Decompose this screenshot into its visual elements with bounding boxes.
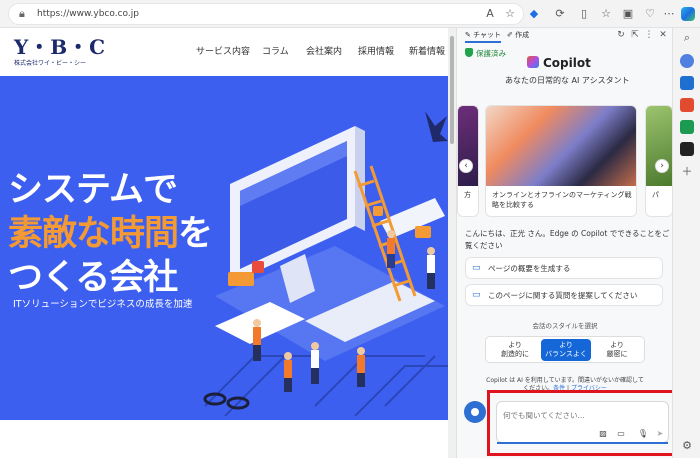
card-caption: 方 [464, 191, 471, 199]
tab-chat[interactable]: ✎ チャット [465, 30, 502, 43]
browser-toolbar: 🔒︎ https://www.ybco.co.jp A ☆ ◆ ⟳ ▯ ☆ ▣ … [0, 0, 700, 28]
card-image [646, 106, 672, 186]
nav-recruit[interactable]: 採用情報 [358, 46, 394, 58]
card-image [486, 106, 636, 186]
logo-mark: Y・B・C [14, 35, 107, 59]
style-line2: バランスよく [545, 350, 587, 358]
copilot-greeting: こんにちは、正光 さん。Edge の Copilot でできることをご覧ください [465, 229, 670, 250]
chat-bubble-icon: ▭ [472, 263, 481, 273]
tab-chat-label: チャット [473, 31, 502, 39]
chat-bubble-icon: ▭ [472, 290, 481, 300]
lock-icon[interactable]: 🔒︎ [19, 7, 31, 21]
split-screen-icon[interactable]: ▯ [576, 6, 592, 22]
suggestion-summarize-page[interactable]: ▭ ページの概要を生成する [465, 257, 663, 279]
card-caption: パ [652, 191, 659, 199]
games-icon[interactable] [680, 120, 694, 134]
refresh-icon[interactable]: ⟳ [552, 6, 568, 22]
protected-badge: 保護済み [465, 48, 506, 59]
compose-tab-icon: ✐ [507, 31, 516, 39]
hero-headline-line2: 素敵な時間を [8, 214, 213, 254]
favorites-icon[interactable]: ☆ [598, 6, 614, 22]
style-creative-button[interactable]: より 創造的に [490, 339, 540, 361]
site-logo[interactable]: Y・B・C 株式会社ワイ・ビー・シー [14, 36, 106, 68]
notice-line1: Copilot は AI を利用しています。間違いがないか確認して [486, 377, 644, 384]
favorite-star-icon[interactable]: ☆ [502, 6, 518, 22]
conversation-style-label: 会話のスタイルを選択 [532, 322, 598, 330]
copilot-logo-icon [527, 56, 539, 68]
office-icon[interactable] [680, 98, 694, 112]
browser-window: 🔒︎ https://www.ybco.co.jp A ☆ ◆ ⟳ ▯ ☆ ▣ … [0, 0, 700, 458]
suggestion-questions[interactable]: ▭ このページに関する質問を提案してください [465, 284, 663, 306]
highlight-box [487, 390, 683, 456]
nav-news[interactable]: 新着情報 [409, 46, 445, 58]
copilot-toggle-icon[interactable] [681, 7, 695, 21]
style-line1: より [559, 341, 573, 349]
hero-accent-text: 素敵な時間 [8, 214, 179, 254]
style-line1: より [610, 341, 624, 349]
protected-label: 保護済み [476, 49, 506, 58]
carousel-card-marketing[interactable]: オンラインとオフラインのマーケティング戦略を比較する [485, 105, 637, 217]
hero-illustration [203, 111, 448, 416]
chat-tab-icon: ✎ [465, 31, 474, 39]
style-line2: 厳密に [606, 350, 628, 358]
hero-line2-tail: を [178, 214, 213, 254]
hero-banner: システムで 素敵な時間を つくる会社 ITソリューションでビジネスの成長を加速 [0, 76, 448, 458]
scrollbar-thumb[interactable] [450, 36, 454, 144]
tools-icon[interactable] [680, 142, 694, 156]
copilot-tagline: あなたの日常的な AI アシスタント [505, 76, 630, 85]
copilot-tab-bar: ✎ チャット ✐ 作成 ↻ ⇱ ⋮ ✕ [457, 28, 672, 44]
add-icon[interactable]: ＋ [679, 164, 695, 180]
collections-icon[interactable]: ▣ [620, 6, 636, 22]
page-scrollbar[interactable] [448, 28, 456, 458]
style-line1: より [508, 341, 522, 349]
style-precise-button[interactable]: より 厳密に [592, 339, 642, 361]
shield-icon [465, 48, 473, 57]
refresh-icon[interactable]: ↻ [615, 29, 627, 41]
more-options-icon[interactable]: ⋮ [643, 29, 655, 41]
card-caption: オンラインとオフラインのマーケティング戦略を比較する [492, 191, 632, 209]
hero-headline-line1: システムで [8, 170, 178, 210]
suggestion-label: ページの概要を生成する [488, 264, 571, 273]
outlook-icon[interactable] [680, 76, 694, 90]
new-topic-button[interactable] [464, 401, 486, 423]
search-icon[interactable]: ⌕ [679, 30, 695, 46]
more-icon[interactable]: ⋯ [661, 6, 677, 22]
settings-gear-icon[interactable]: ⚙ [679, 438, 695, 454]
read-aloud-icon[interactable]: A [482, 6, 498, 22]
tab-compose[interactable]: ✐ 作成 [507, 30, 529, 40]
nav-company[interactable]: 会社案内 [306, 46, 342, 58]
webpage: Y・B・C 株式会社ワイ・ビー・シー サービス内容 コラム 会社案内 採用情報 … [0, 28, 448, 458]
extension-icon[interactable]: ◆ [526, 6, 542, 22]
shopping-icon[interactable] [680, 54, 694, 68]
copilot-title: Copilot [527, 56, 591, 70]
card-image [458, 106, 478, 186]
conversation-style-selector: より 創造的に より バランスよく より 厳密に [485, 336, 645, 363]
open-new-tab-icon[interactable]: ⇱ [629, 29, 641, 41]
suggestion-label: このページに関する質問を提案してください [488, 291, 638, 300]
copilot-title-text: Copilot [543, 56, 591, 70]
style-balanced-button[interactable]: より バランスよく [541, 339, 591, 361]
address-bar[interactable]: 🔒︎ https://www.ybco.co.jp [8, 3, 524, 25]
carousel-next-button[interactable]: › [655, 159, 669, 173]
page-below-hero [0, 420, 448, 458]
edge-sidebar-rail: ⌕ ＋ ⚙ [672, 28, 700, 458]
tab-compose-label: 作成 [515, 31, 530, 39]
nav-column[interactable]: コラム [262, 46, 289, 58]
hero-subtitle: ITソリューションでビジネスの成長を加速 [13, 299, 193, 310]
site-header: Y・B・C 株式会社ワイ・ビー・シー サービス内容 コラム 会社案内 採用情報 … [0, 28, 448, 76]
nav-services[interactable]: サービス内容 [196, 46, 250, 58]
suggestion-carousel: 方 オンラインとオフラインのマーケティング戦略を比較する パ [457, 105, 672, 217]
performance-icon[interactable]: ♡ [642, 6, 658, 22]
close-icon[interactable]: ✕ [657, 29, 669, 41]
hero-headline-line3: つくる会社 [8, 258, 178, 298]
style-line2: 創造的に [501, 350, 529, 358]
carousel-prev-button[interactable]: ‹ [459, 159, 473, 173]
url-text[interactable]: https://www.ybco.co.jp [37, 8, 139, 21]
logo-company-name: 株式会社ワイ・ビー・シー [14, 60, 87, 67]
